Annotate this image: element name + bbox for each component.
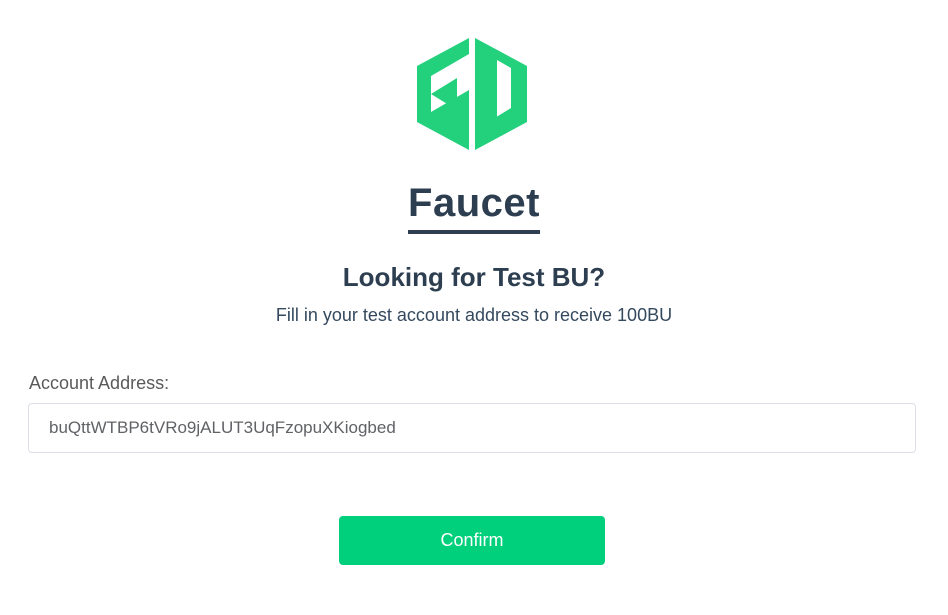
- logo-inner-bar: [481, 42, 493, 128]
- bu-hexagon-logo-icon: [417, 38, 527, 150]
- account-address-input[interactable]: [28, 403, 916, 453]
- page-heading: Looking for Test BU?: [342, 262, 606, 292]
- account-address-label: Account Address:: [29, 373, 170, 393]
- page-title: Faucet: [408, 180, 540, 234]
- page-title-container: Faucet: [0, 180, 948, 234]
- page-subtitle: Fill in your test account address to rec…: [275, 305, 673, 325]
- confirm-button[interactable]: Confirm: [339, 516, 605, 565]
